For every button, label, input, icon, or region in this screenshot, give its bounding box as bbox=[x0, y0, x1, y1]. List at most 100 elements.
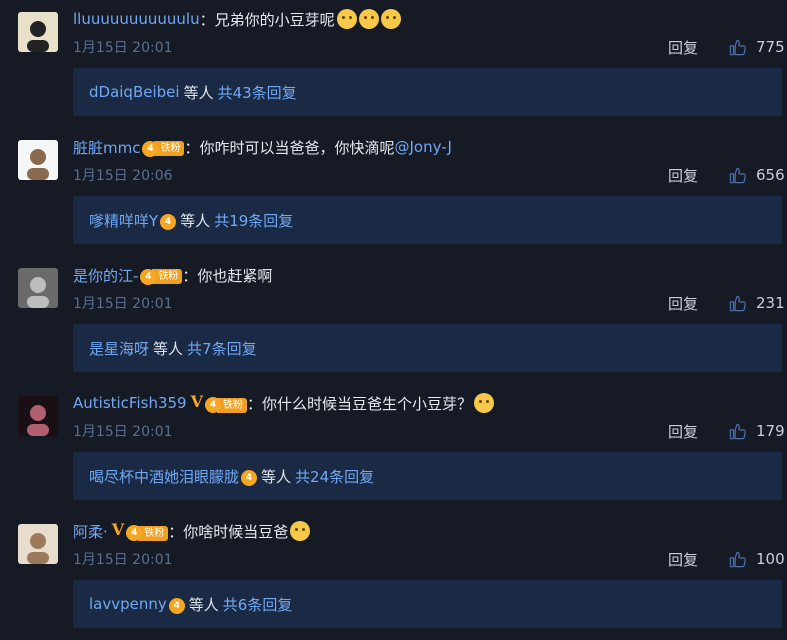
reply-button[interactable]: 回复 bbox=[668, 37, 698, 58]
comment-header: 是你的江- 4 铁粉 ：你也赶紧啊 bbox=[73, 264, 272, 286]
like-button[interactable]: 179 bbox=[728, 422, 785, 441]
reply-button[interactable]: 回复 bbox=[668, 549, 698, 570]
reply-button[interactable]: 回复 bbox=[668, 421, 698, 442]
fan-badge: 4 bbox=[160, 213, 177, 230]
reply-button[interactable]: 回复 bbox=[668, 165, 698, 186]
comment-item: 脏脏mmc 4 铁粉 ：你咋时可以当爸爸，你快滴呢 @Jony-J 1月15日 2… bbox=[0, 128, 787, 256]
reply-others-label: 等人 bbox=[153, 339, 184, 358]
vip-icon: V bbox=[111, 520, 125, 540]
comment-item: AutisticFish359 V 4 铁粉 ：你什么时候当豆爸生个小豆芽？ 1月1… bbox=[0, 384, 787, 512]
comment-text: ：你什么时候当豆爸生个小豆芽？ bbox=[247, 394, 473, 413]
username-link[interactable]: lluuuuuuuuuuulu bbox=[73, 10, 200, 28]
avatar[interactable] bbox=[18, 396, 58, 436]
thumbs-up-icon bbox=[729, 167, 746, 183]
reply-badge: 4 bbox=[158, 210, 177, 231]
like-count: 656 bbox=[756, 166, 785, 184]
avatar[interactable] bbox=[18, 140, 58, 180]
fan-badge: 4 bbox=[241, 469, 258, 486]
fan-tag-label: 铁粉 bbox=[152, 269, 183, 285]
comment-meta: 1月15日 20:06 回复 656 bbox=[73, 164, 785, 186]
badge-group: 4 铁粉 bbox=[140, 137, 185, 158]
comment-list: lluuuuuuuuuuulu ：兄弟你的小豆芽呢 1月15日 20:01 回复… bbox=[0, 0, 787, 640]
like-count: 179 bbox=[756, 422, 785, 440]
comment-time: 1月15日 20:06 bbox=[73, 168, 173, 184]
like-button[interactable]: 656 bbox=[728, 166, 785, 185]
like-count: 775 bbox=[756, 38, 785, 56]
like-count: 100 bbox=[756, 550, 785, 568]
comment-text: ：你啥时候当豆爸 bbox=[168, 522, 289, 541]
thumbs-up-icon bbox=[729, 295, 746, 311]
username-link[interactable]: 是你的江- bbox=[73, 265, 138, 286]
reply-username[interactable]: 是星海呀 bbox=[89, 338, 149, 359]
avatar[interactable] bbox=[18, 268, 58, 308]
reply-count-link[interactable]: 共19条回复 bbox=[214, 210, 293, 231]
comment-time: 1月15日 20:01 bbox=[73, 424, 173, 440]
like-button[interactable]: 775 bbox=[728, 38, 785, 57]
comment-text: ：兄弟你的小豆芽呢 bbox=[199, 10, 335, 29]
like-count: 231 bbox=[756, 294, 785, 312]
reply-others-label: 等人 bbox=[261, 467, 292, 486]
reply-username[interactable]: 喝尽杯中酒她泪眼朦胧 bbox=[89, 466, 239, 487]
badge-group: V 4 铁粉 bbox=[187, 392, 248, 414]
reply-count-link[interactable]: 共24条回复 bbox=[295, 466, 374, 487]
fan-tag-label: 铁粉 bbox=[217, 397, 248, 413]
doge-emoji-icon bbox=[380, 9, 401, 29]
comment-text: ：你也赶紧啊 bbox=[182, 266, 273, 285]
reply-others-label: 等人 bbox=[180, 211, 211, 230]
reply-count-link[interactable]: 共7条回复 bbox=[187, 338, 257, 359]
reply-count-link[interactable]: 共6条回复 bbox=[223, 594, 293, 615]
reply-button[interactable]: 回复 bbox=[668, 293, 698, 314]
username-link[interactable]: 阿柔· bbox=[73, 521, 108, 542]
fan-badge: 4 铁粉 bbox=[126, 525, 169, 542]
thumbs-up-icon bbox=[729, 39, 746, 55]
reply-summary[interactable]: 喝尽杯中酒她泪眼朦胧 4 等人 共24条回复 bbox=[73, 452, 782, 500]
comment-time: 1月15日 20:01 bbox=[73, 296, 173, 312]
thumbs-up-icon bbox=[729, 551, 746, 567]
badge-group: V 4 铁粉 bbox=[108, 520, 169, 542]
comment-text: ：你咋时可以当爸爸，你快滴呢 bbox=[184, 138, 395, 157]
crown-icon: 4 bbox=[160, 213, 177, 230]
vip-icon: V bbox=[190, 392, 204, 412]
mention-link[interactable]: @Jony-J bbox=[395, 138, 452, 156]
fan-badge: 4 铁粉 bbox=[205, 397, 248, 414]
doge-emoji-icon bbox=[358, 9, 379, 29]
crown-icon: 4 bbox=[168, 597, 185, 614]
reply-badge: 4 bbox=[167, 594, 185, 615]
comment-meta: 1月15日 20:01 回复 179 bbox=[73, 420, 785, 442]
reply-summary[interactable]: 是星海呀 等人 共7条回复 bbox=[73, 324, 782, 372]
comment-header: AutisticFish359 V 4 铁粉 ：你什么时候当豆爸生个小豆芽？ bbox=[73, 392, 495, 414]
wonder-emoji-icon bbox=[290, 521, 311, 541]
reply-others-label: 等人 bbox=[183, 83, 214, 102]
comment-time: 1月15日 20:01 bbox=[73, 552, 173, 568]
reply-badge: 4 bbox=[239, 466, 258, 487]
emoji-group bbox=[472, 393, 495, 413]
like-button[interactable]: 100 bbox=[728, 550, 785, 569]
reply-username[interactable]: lavvpenny bbox=[89, 595, 167, 613]
doge-emoji-icon bbox=[336, 9, 357, 29]
like-button[interactable]: 231 bbox=[728, 294, 785, 313]
badge-group: 4 铁粉 bbox=[138, 265, 183, 286]
fan-badge: 4 铁粉 bbox=[142, 140, 185, 157]
comment-meta: 1月15日 20:01 回复 775 bbox=[73, 36, 785, 58]
reply-summary[interactable]: dDaiqBeibei 等人 共43条回复 bbox=[73, 68, 782, 116]
reply-summary[interactable]: 嗲精咩咩Y 4 等人 共19条回复 bbox=[73, 196, 782, 244]
comment-meta: 1月15日 20:01 回复 100 bbox=[73, 548, 785, 570]
comment-item: 是你的江- 4 铁粉 ：你也赶紧啊 1月15日 20:01 回复 231 是星海呀… bbox=[0, 256, 787, 384]
avatar[interactable] bbox=[18, 524, 58, 564]
username-link[interactable]: AutisticFish359 bbox=[73, 394, 187, 412]
reply-username[interactable]: 嗲精咩咩Y bbox=[89, 210, 158, 231]
emoji-group bbox=[288, 521, 311, 541]
comment-item: lluuuuuuuuuuulu ：兄弟你的小豆芽呢 1月15日 20:01 回复… bbox=[0, 0, 787, 128]
comment-time: 1月15日 20:01 bbox=[73, 40, 173, 56]
comment-header: lluuuuuuuuuuulu ：兄弟你的小豆芽呢 bbox=[73, 8, 401, 30]
username-link[interactable]: 脏脏mmc bbox=[73, 137, 140, 158]
reply-count-link[interactable]: 共43条回复 bbox=[218, 82, 297, 103]
crown-icon: 4 bbox=[241, 469, 258, 486]
avatar[interactable] bbox=[18, 12, 58, 52]
comment-header: 脏脏mmc 4 铁粉 ：你咋时可以当爸爸，你快滴呢 @Jony-J bbox=[73, 136, 452, 158]
fan-tag-label: 铁粉 bbox=[154, 141, 185, 157]
reply-others-label: 等人 bbox=[188, 595, 219, 614]
reply-username[interactable]: dDaiqBeibei bbox=[89, 83, 180, 101]
emoji-group bbox=[335, 9, 401, 29]
comment-meta: 1月15日 20:01 回复 231 bbox=[73, 292, 785, 314]
